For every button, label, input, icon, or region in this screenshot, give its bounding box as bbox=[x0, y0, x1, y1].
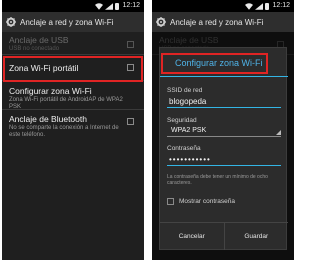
list-item-subtitle: Zona Wi-Fi portátil de AndroidAP de WPA2… bbox=[9, 97, 123, 110]
ssid-input[interactable]: blogopeda bbox=[167, 96, 281, 108]
list-item-subtitle: USB no conectado bbox=[9, 46, 60, 52]
status-time: 12:12 bbox=[272, 2, 290, 9]
wifi-icon bbox=[245, 2, 254, 10]
list-item-configure-hotspot[interactable]: Configurar zona Wi-Fi Zona Wi-Fi portáti… bbox=[2, 81, 144, 110]
page-title: Anclaje a red y zona Wi-Fi bbox=[20, 17, 114, 27]
password-input[interactable]: ••••••••••• bbox=[167, 154, 281, 166]
list-item-bluetooth-tethering[interactable]: Anclaje de Bluetooth No se comparte la c… bbox=[2, 110, 144, 146]
signal-icon bbox=[255, 2, 264, 10]
wifi-icon bbox=[95, 2, 104, 10]
security-select-value: WPA2 PSK bbox=[171, 127, 207, 134]
list-item-title: Anclaje de USB bbox=[9, 35, 69, 45]
battery-icon bbox=[265, 2, 270, 10]
left-screenshot: 12:12 Anclaje a red y zona Wi-Fi Anclaje… bbox=[2, 0, 144, 260]
right-screenshot: 12:12 Anclaje a red y zona Wi-Fi Anclaje… bbox=[152, 0, 294, 260]
ssid-label: SSID de red bbox=[167, 87, 203, 94]
cancel-button[interactable]: Cancelar bbox=[160, 223, 224, 250]
battery-icon bbox=[115, 2, 120, 10]
highlight-box bbox=[3, 56, 143, 82]
list-item-usb-tethering[interactable]: Anclaje de USB USB no conectado bbox=[2, 32, 144, 55]
status-bar: 12:12 bbox=[2, 0, 144, 12]
list-item-title: Anclaje de Bluetooth bbox=[9, 114, 87, 124]
highlight-box bbox=[161, 53, 268, 74]
dialog-button-bar: Cancelar Guardar bbox=[160, 222, 288, 250]
signal-icon bbox=[105, 2, 114, 10]
password-hint: La contraseña debe tener un mínimo de oc… bbox=[167, 174, 268, 186]
settings-list: Anclaje de USB USB no conectado Zona Wi-… bbox=[2, 32, 144, 146]
show-password-toggle[interactable]: Mostrar contraseña bbox=[167, 198, 235, 205]
settings-gear-icon[interactable] bbox=[6, 17, 16, 27]
list-item-title: Configurar zona Wi-Fi bbox=[9, 86, 92, 96]
settings-gear-icon[interactable] bbox=[156, 17, 166, 27]
security-label: Seguridad bbox=[167, 117, 197, 124]
checkbox[interactable] bbox=[127, 118, 134, 125]
configure-hotspot-dialog: Configurar zona Wi-Fi SSID de red blogop… bbox=[159, 47, 288, 250]
show-password-label: Mostrar contraseña bbox=[179, 198, 235, 205]
checkbox[interactable] bbox=[127, 41, 134, 48]
dialog-title-divider bbox=[160, 76, 288, 77]
status-bar: 12:12 bbox=[152, 0, 294, 12]
action-bar: Anclaje a red y zona Wi-Fi bbox=[152, 12, 294, 32]
dropdown-arrow-icon bbox=[276, 130, 281, 135]
password-label: Contraseña bbox=[167, 145, 201, 152]
status-time: 12:12 bbox=[122, 2, 140, 9]
security-select[interactable]: WPA2 PSK bbox=[167, 125, 281, 137]
list-item-subtitle: No se comparte la conexión a Internet de… bbox=[9, 125, 119, 138]
show-password-checkbox[interactable] bbox=[167, 198, 174, 205]
page-title: Anclaje a red y zona Wi-Fi bbox=[170, 17, 264, 27]
save-button[interactable]: Guardar bbox=[223, 223, 289, 250]
action-bar: Anclaje a red y zona Wi-Fi bbox=[2, 12, 144, 32]
